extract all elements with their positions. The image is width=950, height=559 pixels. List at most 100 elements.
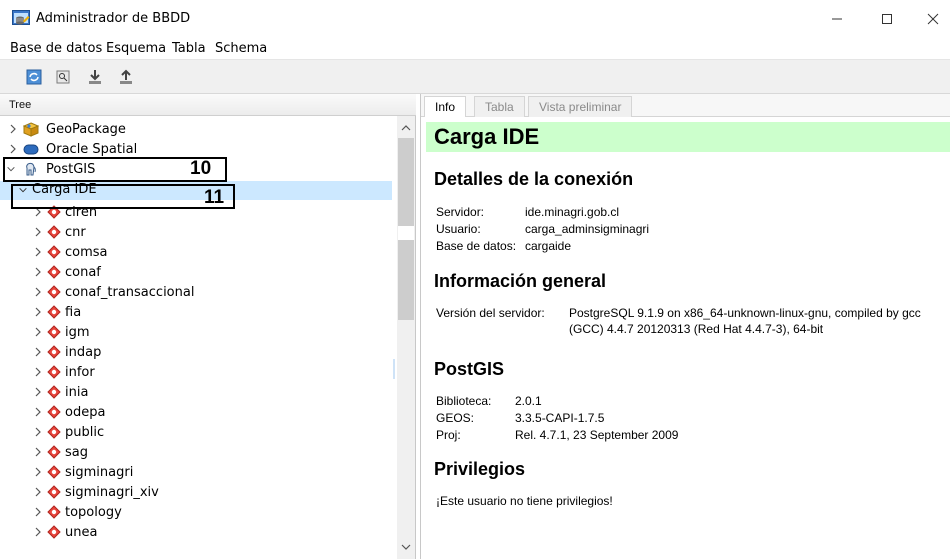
chevron-right-icon[interactable] — [33, 446, 43, 458]
tree-node-label: conaf_transaccional — [65, 285, 195, 300]
server-version-line2: (GCC) 4.4.7 20120313 (Red Hat 4.4.7-3), … — [569, 322, 824, 336]
tab-bar: Info Tabla Vista preliminar — [421, 94, 950, 118]
tree-node-schema[interactable]: topology — [0, 503, 397, 523]
menu-tabla[interactable]: Tabla — [172, 41, 206, 56]
tree-node-label: cnr — [65, 225, 86, 240]
schema-icon — [47, 325, 61, 339]
tree-node-label: public — [65, 425, 105, 440]
callout-number-10: 10 — [190, 158, 212, 179]
chevron-right-icon[interactable] — [33, 506, 43, 518]
tree-node-schema[interactable]: igm — [0, 323, 397, 343]
title-banner: Carga IDE — [426, 122, 950, 152]
schema-icon — [47, 505, 61, 519]
server-version-label: Versión del servidor: — [436, 306, 545, 320]
properties-button[interactable] — [54, 68, 72, 86]
chevron-right-icon[interactable] — [33, 466, 43, 478]
oracle-icon — [23, 144, 39, 155]
chevron-right-icon[interactable] — [33, 346, 43, 358]
tab-vista-preliminar[interactable]: Vista preliminar — [528, 96, 633, 117]
tree-header: Tree — [0, 94, 416, 116]
schema-icon — [47, 285, 61, 299]
info-pane: Info Tabla Vista preliminar Carga IDE De… — [420, 94, 950, 559]
chevron-right-icon[interactable] — [33, 306, 43, 318]
chevron-right-icon[interactable] — [33, 366, 43, 378]
general-info-heading: Información general — [434, 271, 607, 291]
menu-schema[interactable]: Schema — [215, 41, 267, 56]
chevron-right-icon[interactable] — [33, 426, 43, 438]
tree-node-schema[interactable]: inia — [0, 383, 397, 403]
tree-node-label: indap — [65, 345, 102, 360]
database-manager-icon — [12, 10, 30, 25]
tree-node-label: sigminagri — [65, 465, 134, 480]
chevron-right-icon[interactable] — [33, 526, 43, 538]
tree-node-label: sigminagri_xiv — [65, 485, 159, 500]
menu-esquema[interactable]: Esquema — [106, 41, 166, 56]
properties-icon — [56, 70, 70, 84]
scroll-track-gap — [398, 226, 414, 240]
tree-node-schema[interactable]: unea — [0, 523, 397, 543]
scroll-down-button[interactable] — [397, 541, 415, 553]
tree-node-schema[interactable]: indap — [0, 343, 397, 363]
tree-node-schema[interactable]: fia — [0, 303, 397, 323]
info-content: Carga IDE Detalles de la conexión Servid… — [421, 117, 950, 559]
connection-title: Carga IDE — [434, 124, 540, 149]
chevron-right-icon[interactable] — [33, 326, 43, 338]
title-bar: Administrador de BBDD — [0, 0, 950, 38]
chevron-right-icon[interactable] — [8, 143, 18, 155]
tree-node-schema[interactable]: sigminagri_xiv — [0, 483, 397, 503]
callout-box-11 — [11, 184, 235, 209]
close-button[interactable] — [910, 6, 950, 32]
tree-node-schema[interactable]: comsa — [0, 243, 397, 263]
schema-icon — [47, 265, 61, 279]
scroll-up-button[interactable] — [397, 122, 415, 134]
tree-node-label: igm — [65, 325, 90, 340]
geos-value: 3.3.5-CAPI-1.7.5 — [515, 411, 605, 425]
chevron-right-icon[interactable] — [33, 246, 43, 258]
schema-icon — [47, 345, 61, 359]
chevron-right-icon[interactable] — [33, 266, 43, 278]
tree-node-label: GeoPackage — [46, 122, 126, 137]
schema-icon — [47, 305, 61, 319]
server-version-line1: PostgreSQL 9.1.9 on x86_64-unknown-linux… — [569, 306, 921, 320]
chevron-right-icon[interactable] — [33, 386, 43, 398]
maximize-button[interactable] — [864, 6, 910, 32]
toolbar — [0, 60, 950, 94]
tree-node-schema[interactable]: conaf — [0, 263, 397, 283]
tree-node-schema[interactable]: sigminagri — [0, 463, 397, 483]
tree-node-schema[interactable]: conaf_transaccional — [0, 283, 397, 303]
tree-node-schema[interactable]: cnr — [0, 223, 397, 243]
geopackage-icon — [23, 122, 39, 137]
schema-icon — [47, 525, 61, 539]
tree-node-schema[interactable]: public — [0, 423, 397, 443]
tree-node-label: odepa — [65, 405, 106, 420]
schema-icon — [47, 445, 61, 459]
proj-label: Proj: — [436, 428, 461, 442]
schema-icon — [47, 465, 61, 479]
export-button[interactable] — [117, 68, 135, 86]
database-label: Base de datos: — [436, 239, 517, 253]
menu-base-de-datos[interactable]: Base de datos — [10, 41, 102, 56]
tree-node-schema[interactable]: sag — [0, 443, 397, 463]
chevron-right-icon[interactable] — [33, 486, 43, 498]
server-label: Servidor: — [436, 205, 485, 219]
tree-node-schema[interactable]: infor — [0, 363, 397, 383]
tree-scrollbar[interactable] — [397, 116, 415, 559]
schema-icon — [47, 365, 61, 379]
import-button[interactable] — [86, 68, 104, 86]
tree-node-schema[interactable]: odepa — [0, 403, 397, 423]
tree-node-label: topology — [65, 505, 122, 520]
chevron-right-icon[interactable] — [33, 226, 43, 238]
chevron-right-icon[interactable] — [33, 286, 43, 298]
schema-icon — [47, 425, 61, 439]
tree-node-label: infor — [65, 365, 95, 380]
schema-icon — [47, 225, 61, 239]
refresh-button[interactable] — [25, 68, 43, 86]
minimize-button[interactable] — [814, 6, 860, 32]
chevron-right-icon[interactable] — [8, 123, 18, 135]
chevron-right-icon[interactable] — [33, 406, 43, 418]
tree-node-geopackage[interactable]: GeoPackage — [0, 120, 397, 140]
user-label: Usuario: — [436, 222, 481, 236]
tab-tabla[interactable]: Tabla — [474, 96, 525, 117]
maximize-icon — [882, 14, 892, 24]
tab-info[interactable]: Info — [424, 96, 467, 118]
